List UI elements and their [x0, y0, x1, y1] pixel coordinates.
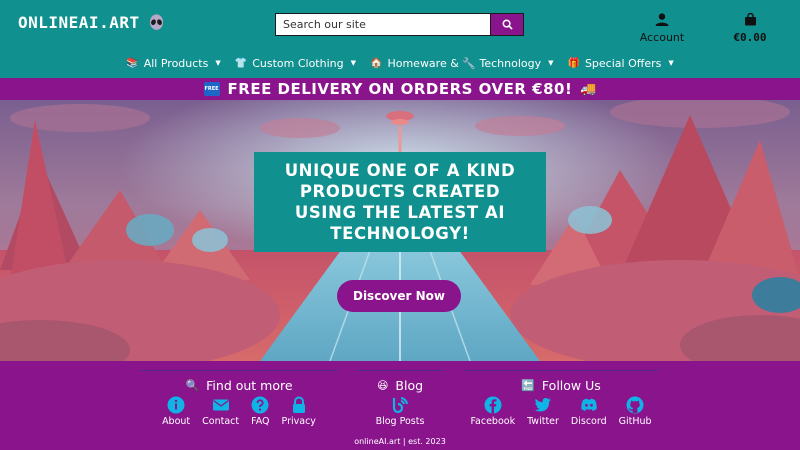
caret-down-icon: ▼ [350, 59, 356, 67]
footer-link-label: Twitter [527, 416, 559, 427]
footer-link-github[interactable]: GitHub [619, 396, 652, 427]
hero-section: UNIQUE ONE OF A KIND PRODUCTS CREATED US… [0, 100, 800, 361]
search-icon [502, 19, 513, 30]
search-button[interactable] [491, 13, 524, 36]
search-input[interactable] [275, 13, 491, 36]
banner-text: FREE DELIVERY ON ORDERS OVER €80! [227, 80, 573, 98]
footer-link-twitter[interactable]: Twitter [527, 396, 559, 427]
books-icon: 📚 [126, 57, 139, 69]
footer-link-facebook[interactable]: Facebook [470, 396, 515, 427]
footer-link-label: Contact [202, 416, 240, 427]
alien-icon [149, 13, 163, 30]
footer-link-label: GitHub [618, 416, 652, 427]
hero-headline-box: UNIQUE ONE OF A KIND PRODUCTS CREATED US… [254, 152, 546, 252]
nav-label: Special Offers [584, 56, 662, 70]
footer-link-label: FAQ [251, 416, 270, 427]
hero-title: UNIQUE ONE OF A KIND PRODUCTS CREATED US… [284, 161, 516, 243]
shopping-bag-icon [744, 12, 756, 26]
nav-label: All Products [143, 56, 209, 70]
nav-label: Custom Clothing [252, 56, 344, 70]
footer-link-contact[interactable]: Contact [202, 396, 239, 427]
house-icon: 🏠 [370, 57, 383, 69]
logo-text: ONLINEAI.ART [18, 13, 140, 32]
discover-now-button[interactable]: Discover Now [337, 280, 461, 312]
free-badge-icon: FREE [203, 82, 220, 96]
footer-link-label: Facebook [470, 416, 516, 427]
footer-link-label: About [162, 416, 191, 427]
cart-total: €0.00 [733, 31, 767, 44]
site-header: ONLINEAI.ART Account €0.00 [0, 0, 800, 78]
twitter-icon [534, 398, 551, 412]
caret-down-icon: ▼ [215, 59, 221, 67]
nav-custom-clothing[interactable]: 👕 Custom Clothing ▼ [235, 57, 356, 70]
gift-icon: 🎁 [567, 57, 580, 69]
footer-link-faq[interactable]: FAQ [251, 396, 270, 427]
footer-link-discord[interactable]: Discord [571, 396, 607, 427]
footer-follow-us: 🔚 Follow Us Facebook Twitter Discord Git… [463, 370, 659, 427]
footer-heading-text: Blog [395, 378, 424, 393]
cart-link[interactable]: €0.00 [720, 11, 780, 44]
copyright-text: onlineAI.art | est. 2023 [354, 437, 446, 446]
footer-heading-text: Find out more [206, 378, 293, 393]
account-label: Account [639, 31, 685, 44]
search-bar [275, 13, 524, 36]
footer-find-out-more: 🔍 Find out more About Contact FAQ Privac… [140, 370, 338, 427]
info-icon [167, 396, 185, 414]
footer-blog: 😆 Blog Blog Posts [356, 370, 444, 427]
nav-special-offers[interactable]: 🎁 Special Offers ▼ [568, 57, 674, 70]
envelope-icon [212, 399, 229, 411]
footer-link-blog-posts[interactable]: Blog Posts [375, 396, 425, 427]
main-nav: 📚 All Products ▼ 👕 Custom Clothing ▼ 🏠 H… [0, 53, 800, 73]
truck-icon: 🚚 [580, 81, 597, 97]
footer-link-label: Privacy [281, 416, 316, 427]
laughing-emoji-icon: 😆 [376, 379, 389, 392]
footer-link-label: Blog Posts [375, 416, 425, 427]
end-arrow-icon: 🔚 [521, 379, 535, 392]
caret-down-icon: ▼ [668, 59, 674, 67]
caret-down-icon: ▼ [548, 59, 554, 67]
footer-link-privacy[interactable]: Privacy [282, 396, 316, 427]
site-footer: 🔍 Find out more About Contact FAQ Privac… [0, 361, 800, 450]
footer-heading: 🔍 Find out more [140, 370, 338, 393]
footer-link-label: Discord [570, 416, 607, 427]
nav-all-products[interactable]: 📚 All Products ▼ [126, 57, 220, 70]
account-link[interactable]: Account [630, 11, 694, 44]
nav-homeware-technology[interactable]: 🏠 Homeware & 🔧 Technology ▼ [370, 57, 554, 70]
user-icon [655, 13, 669, 26]
footer-heading-text: Follow Us [541, 378, 601, 393]
footer-link-about[interactable]: About [162, 396, 190, 427]
discord-icon [581, 398, 597, 411]
tshirt-icon: 👕 [234, 57, 248, 69]
question-icon [251, 396, 269, 414]
nav-label: Homeware & 🔧 Technology [387, 56, 542, 70]
blog-icon [392, 397, 408, 414]
free-delivery-banner: FREE FREE DELIVERY ON ORDERS OVER €80! 🚚 [0, 78, 800, 100]
facebook-icon [484, 396, 502, 414]
site-logo[interactable]: ONLINEAI.ART [18, 13, 165, 32]
magnifier-emoji-icon: 🔍 [185, 379, 200, 392]
footer-heading: 🔚 Follow Us [463, 370, 659, 393]
github-icon [626, 396, 644, 414]
lock-icon [292, 396, 305, 413]
footer-heading: 😆 Blog [356, 370, 444, 393]
